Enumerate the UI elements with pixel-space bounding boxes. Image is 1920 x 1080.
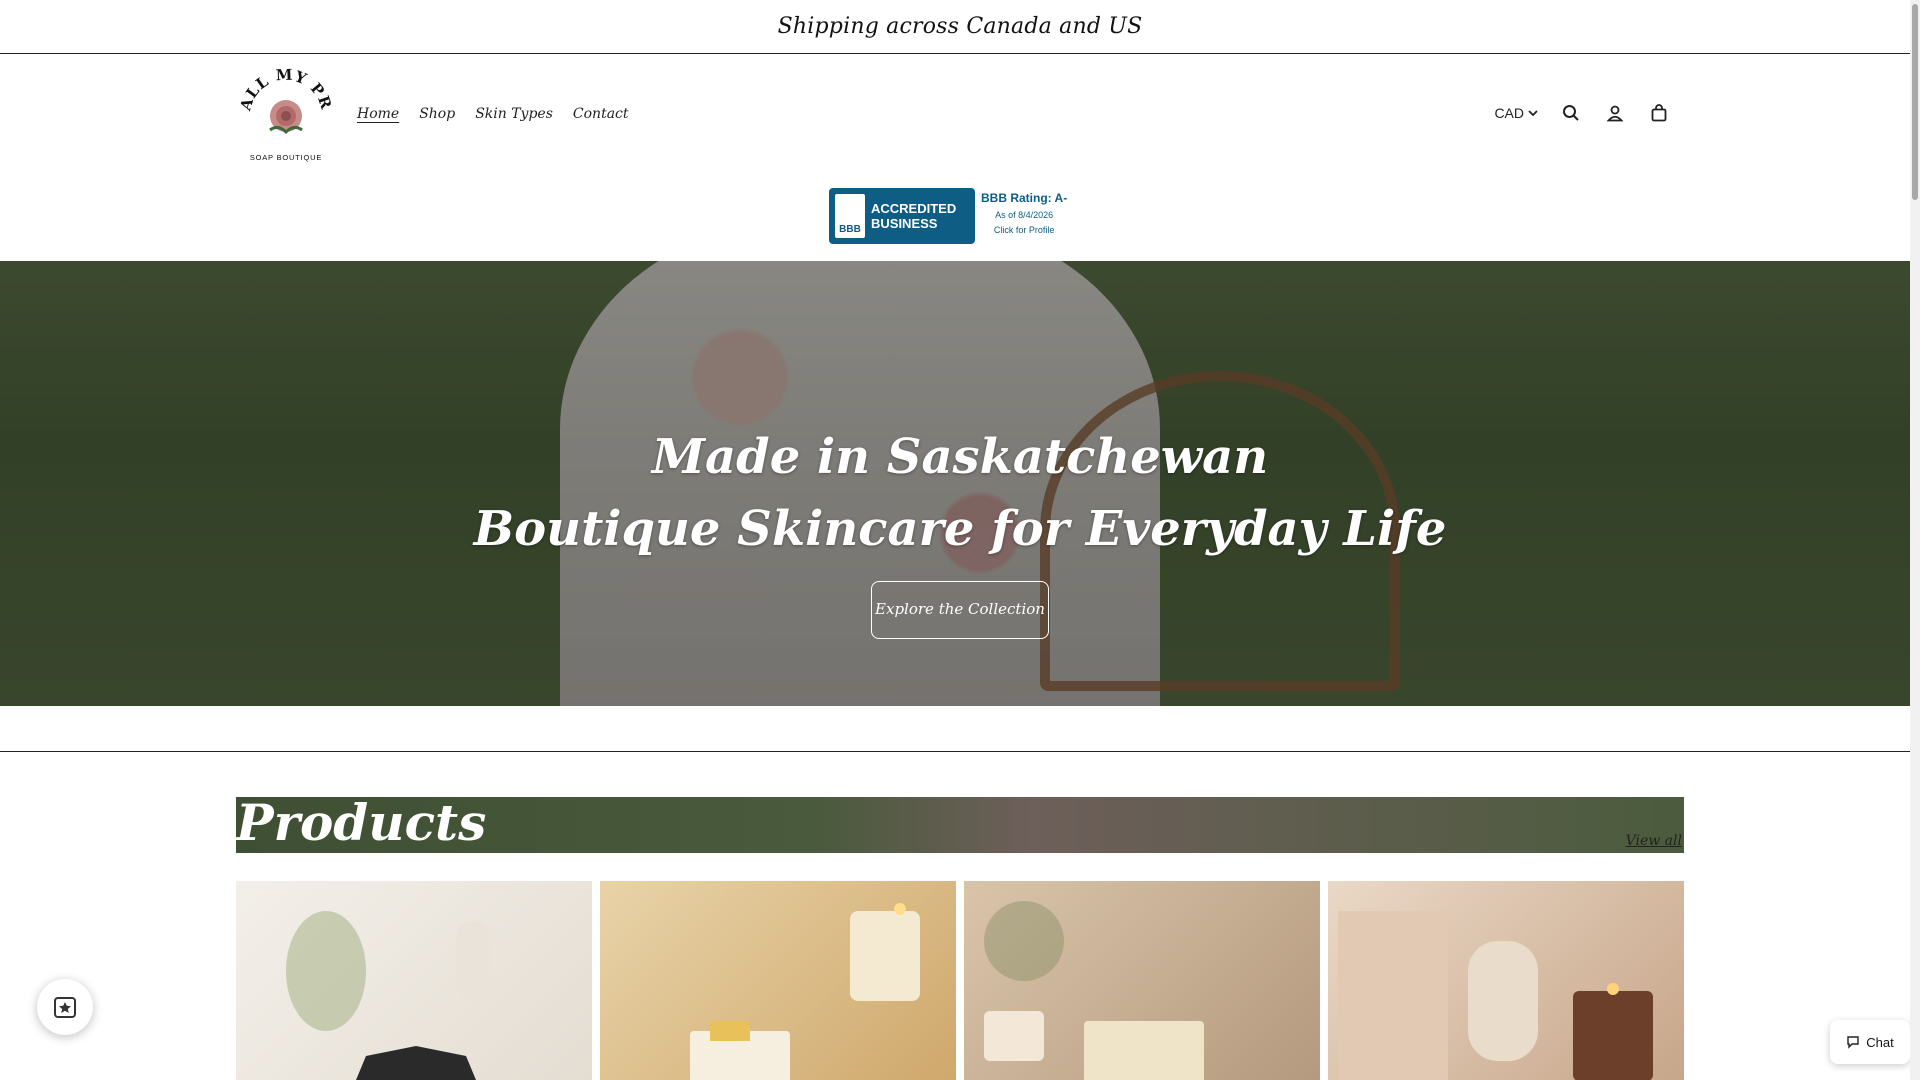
product-card-image[interactable] [600, 881, 956, 1080]
products-header: Products View all [236, 797, 1684, 853]
account-icon[interactable] [1604, 102, 1626, 124]
main-nav: Home Shop Skin Types Contact [357, 106, 629, 122]
logo-bottom-text: SOAP BOUTIQUE [250, 153, 322, 162]
hero-banner: Made in Saskatchewan Boutique Skincare f… [0, 261, 1920, 706]
bbb-rating-panel: BBB Rating: A- As of 8/4/2026 Click for … [975, 188, 1067, 244]
reviews-widget-button[interactable] [37, 979, 93, 1035]
bbb-badge-text: ACCREDITED BUSINESS [871, 201, 956, 231]
products-title: Products [236, 797, 487, 852]
chevron-down-icon [1528, 110, 1538, 117]
nav-home[interactable]: Home [357, 106, 399, 122]
cart-icon[interactable] [1648, 102, 1670, 124]
nav-shop[interactable]: Shop [419, 106, 455, 122]
bbb-badge-panel: BBB ACCREDITED BUSINESS [829, 188, 975, 244]
hero-content: Made in Saskatchewan Boutique Skincare f… [0, 421, 1920, 639]
page-scrollbar[interactable] [1910, 0, 1920, 1080]
product-grid [236, 881, 1684, 1080]
hero-heading-line2: Boutique Skincare for Everyday Life [473, 501, 1447, 557]
currency-label: CAD [1494, 105, 1524, 121]
bbb-accredited-label: ACCREDITED [871, 201, 957, 216]
product-card-image[interactable] [964, 881, 1320, 1080]
chat-button[interactable]: Chat [1830, 1020, 1910, 1064]
product-card-image[interactable] [1328, 881, 1684, 1080]
nav-contact[interactable]: Contact [573, 106, 629, 122]
brand-logo[interactable]: ALL MY PRETTIES SOAP BOUTIQUE [230, 50, 336, 168]
bbb-date: As of 8/4/2026 [995, 210, 1054, 220]
nav-skin-types[interactable]: Skin Types [475, 106, 553, 122]
explore-collection-button[interactable]: Explore the Collection [871, 581, 1049, 639]
reviews-star-icon [54, 997, 76, 1018]
site-header: ALL MY PRETTIES SOAP BOUTIQUE Home Shop … [0, 50, 1920, 179]
bbb-click-profile: Click for Profile [993, 225, 1055, 235]
chat-bubble-icon [1847, 1036, 1859, 1049]
bbb-rating: BBB Rating: A- [981, 191, 1068, 205]
section-divider [0, 751, 1920, 752]
bbb-seal-icon: BBB [835, 194, 865, 238]
announcement-text: Shipping across Canada and US [777, 14, 1143, 39]
product-card-image[interactable] [236, 881, 592, 1080]
chat-label: Chat [1866, 1034, 1894, 1050]
header-tools: CAD [1494, 102, 1670, 124]
search-icon[interactable] [1560, 102, 1582, 124]
currency-selector[interactable]: CAD [1494, 105, 1538, 121]
scrollbar-thumb[interactable] [1912, 4, 1918, 200]
announcement-bar: Shipping across Canada and US [0, 0, 1920, 54]
bbb-business-label: BUSINESS [871, 216, 938, 231]
view-all-link[interactable]: View all [1626, 833, 1682, 849]
hero-heading-line1: Made in Saskatchewan [651, 429, 1269, 485]
bbb-accreditation-badge[interactable]: BBB ACCREDITED BUSINESS BBB Rating: A- A… [829, 188, 1083, 244]
